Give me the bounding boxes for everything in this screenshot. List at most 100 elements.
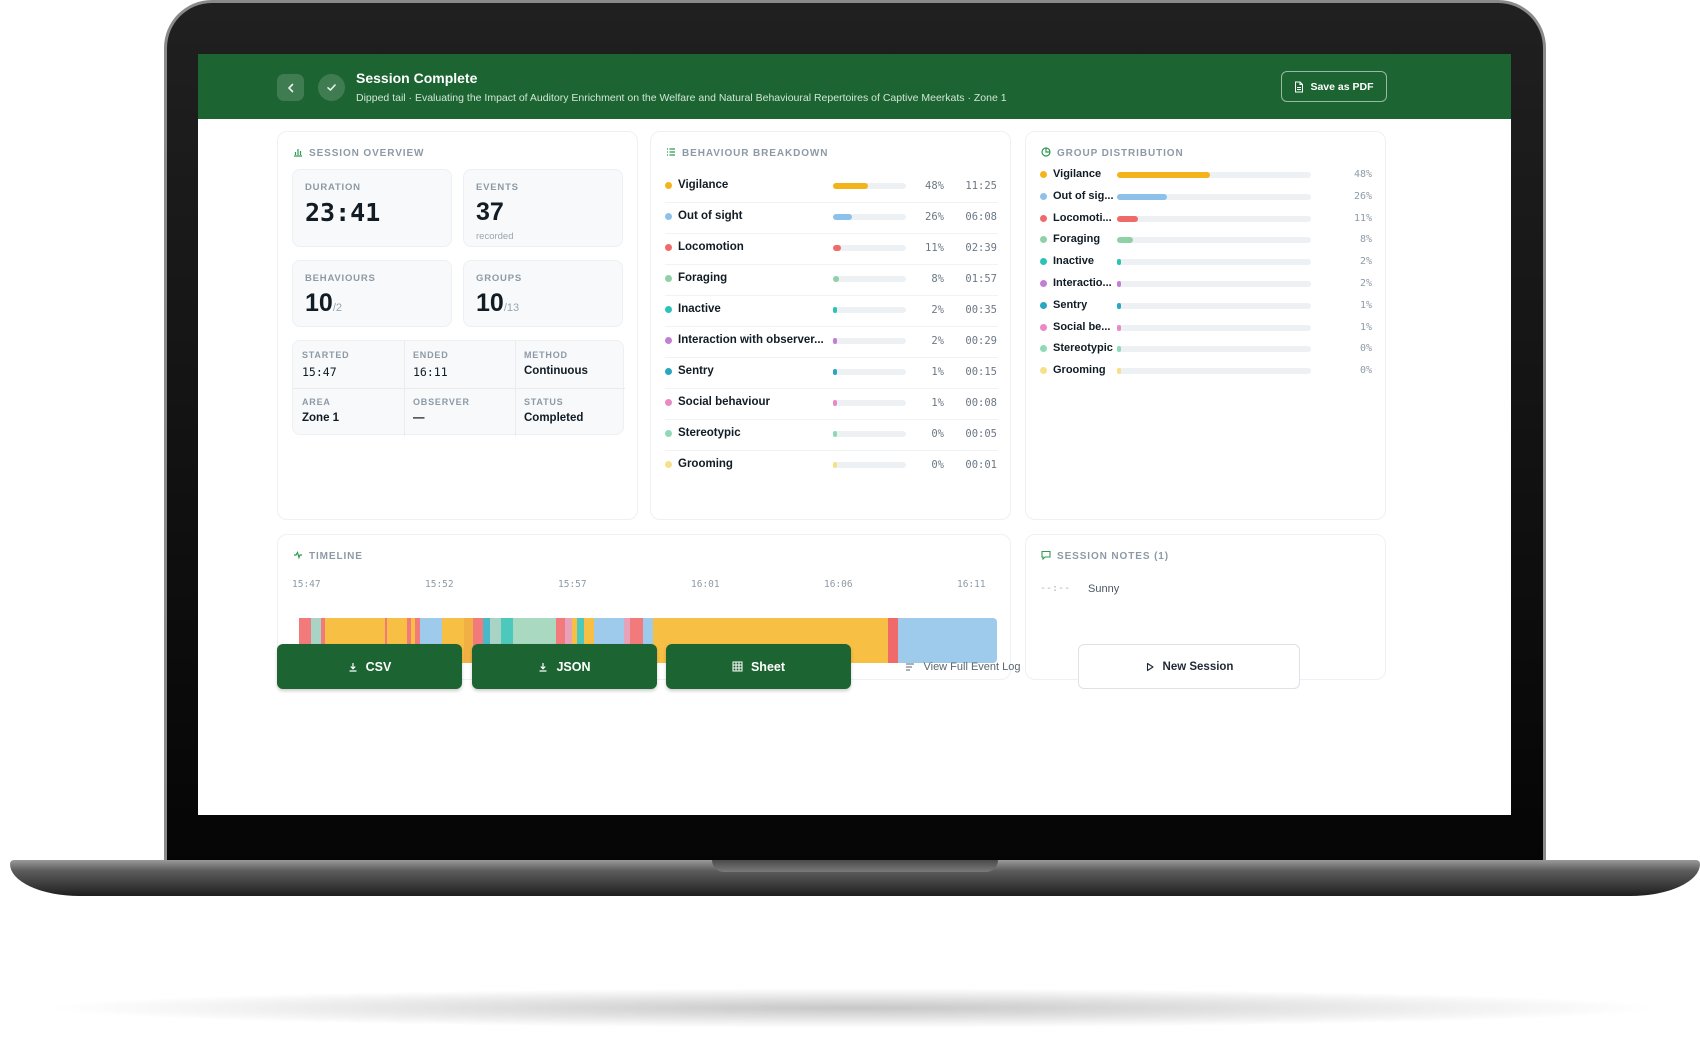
group-percent: 1% (1359, 321, 1372, 333)
duration-value: 23:41 (305, 198, 381, 227)
behaviour-bar-track (833, 431, 906, 437)
group-name: Foraging (1053, 233, 1101, 246)
back-button[interactable] (277, 74, 304, 101)
app-header: Session Complete Dipped tail · Evaluatin… (198, 54, 1511, 119)
behaviours-value: 10 (305, 289, 333, 317)
card-title: GROUP DISTRIBUTION (1041, 147, 1184, 160)
group-distribution-card: GROUP DISTRIBUTION Vigilance 48% Out of si… (1025, 131, 1386, 520)
card-title: SESSION NOTES (1) (1041, 550, 1169, 563)
meta-area: AREA Zone 1 (302, 397, 340, 424)
behaviour-name: Foraging (678, 272, 728, 284)
activity-icon (293, 550, 303, 563)
export-csv-button[interactable]: CSV (277, 644, 462, 689)
group-bar-fill (1117, 368, 1121, 375)
breakdown-row: Sentry 1% 00:15 (665, 355, 998, 389)
group-name: Locomoti... (1053, 211, 1112, 224)
group-bar-fill (1117, 324, 1121, 331)
group-percent: 11% (1353, 212, 1372, 224)
message-icon (1041, 550, 1051, 563)
group-row: Interactio... 2% (1040, 274, 1373, 298)
group-row: Vigilance 48% (1040, 165, 1373, 189)
status-check (318, 74, 345, 101)
behaviour-bar-fill (833, 245, 842, 251)
events-stat: EVENTS 37 recorded (463, 169, 623, 247)
laptop-notch (712, 860, 998, 872)
behaviour-bar-track (833, 276, 906, 282)
behaviour-percent: 0% (931, 459, 944, 471)
behaviour-percent: 26% (925, 211, 944, 223)
behaviour-name: Grooming (678, 458, 733, 470)
chevron-left-icon (287, 83, 293, 92)
meta-ended: ENDED 16:11 (413, 350, 449, 379)
meta-started: STARTED 15:47 (302, 350, 350, 379)
group-bar-fill (1117, 172, 1211, 178)
group-color-dot (1040, 345, 1047, 353)
behaviour-name: Out of sight (678, 210, 743, 222)
group-percent: 26% (1353, 190, 1372, 202)
behaviour-name: Locomotion (678, 241, 744, 253)
groups-suffix: /13 (503, 302, 520, 314)
check-icon (327, 84, 336, 91)
group-bar-fill (1117, 302, 1121, 309)
download-icon (349, 662, 357, 672)
behaviour-bar-track (833, 214, 906, 220)
behaviour-color-dot (665, 461, 672, 468)
group-bar-fill (1117, 215, 1139, 222)
group-bar-track (1117, 302, 1311, 309)
table-icon (732, 661, 743, 672)
bar-chart-icon (293, 147, 303, 160)
behaviour-bar-track (833, 369, 906, 375)
group-color-dot (1040, 258, 1047, 266)
behaviour-duration: 02:39 (965, 242, 997, 254)
behaviour-color-dot (665, 337, 672, 344)
group-bar-fill (1117, 281, 1121, 287)
behaviour-color-dot (665, 182, 672, 189)
behaviour-duration: 00:01 (965, 459, 997, 471)
group-color-dot (1040, 236, 1047, 244)
group-bar-track (1117, 281, 1311, 287)
export-sheet-button[interactable]: Sheet (666, 644, 851, 689)
breakdown-row: Grooming 0% 00:01 (665, 448, 998, 482)
timeline-tick: 16:01 (691, 579, 720, 590)
meta-status: STATUS Completed (524, 397, 584, 424)
behaviour-color-dot (665, 430, 672, 437)
group-bar-track (1117, 324, 1311, 331)
app-screen: Session Complete Dipped tail · Evaluatin… (198, 54, 1511, 815)
card-title: SESSION OVERVIEW (293, 147, 424, 160)
page-title: Session Complete (356, 70, 478, 86)
behaviour-color-dot (665, 244, 672, 251)
export-json-button[interactable]: JSON (472, 644, 657, 689)
behaviour-duration: 00:08 (965, 397, 997, 409)
save-pdf-button[interactable]: Save as PDF (1281, 71, 1387, 102)
save-pdf-label: Save as PDF (1310, 80, 1374, 93)
view-event-log-link[interactable]: View Full Event Log (863, 644, 1063, 689)
session-overview-card: SESSION OVERVIEW DURATION 23:41 EVENTS 3… (277, 131, 638, 520)
behaviour-bar-track (833, 245, 906, 251)
behaviour-bar-fill (833, 214, 852, 220)
behaviour-percent: 1% (931, 397, 944, 409)
behaviour-duration: 00:05 (965, 428, 997, 440)
group-bar-fill (1117, 193, 1168, 200)
card-title: TIMELINE (293, 550, 363, 563)
floor-shadow (40, 988, 1670, 1028)
behaviour-duration: 00:29 (965, 335, 997, 347)
meta-method: METHOD Continuous (524, 350, 588, 377)
group-bar-fill (1117, 237, 1133, 244)
behaviour-bar-fill (833, 431, 837, 437)
group-bar-fill (1117, 346, 1121, 353)
group-name: Vigilance (1053, 168, 1102, 180)
group-row: Grooming 0% (1040, 361, 1373, 385)
behaviour-name: Stereotypic (678, 427, 741, 439)
events-value: 37 (476, 198, 504, 226)
new-session-button[interactable]: New Session (1078, 644, 1300, 689)
group-name: Social be... (1053, 320, 1111, 333)
timeline-tick: 16:06 (824, 579, 853, 590)
behaviour-percent: 48% (925, 180, 944, 192)
timeline-tick: 16:11 (957, 579, 986, 590)
group-percent: 2% (1359, 278, 1372, 289)
page-subtitle: Dipped tail · Evaluating the Impact of A… (356, 92, 1007, 104)
group-percent: 2% (1359, 256, 1372, 268)
group-row: Locomoti... 11% (1040, 209, 1373, 233)
group-color-dot (1040, 171, 1047, 178)
list-icon (906, 662, 915, 671)
